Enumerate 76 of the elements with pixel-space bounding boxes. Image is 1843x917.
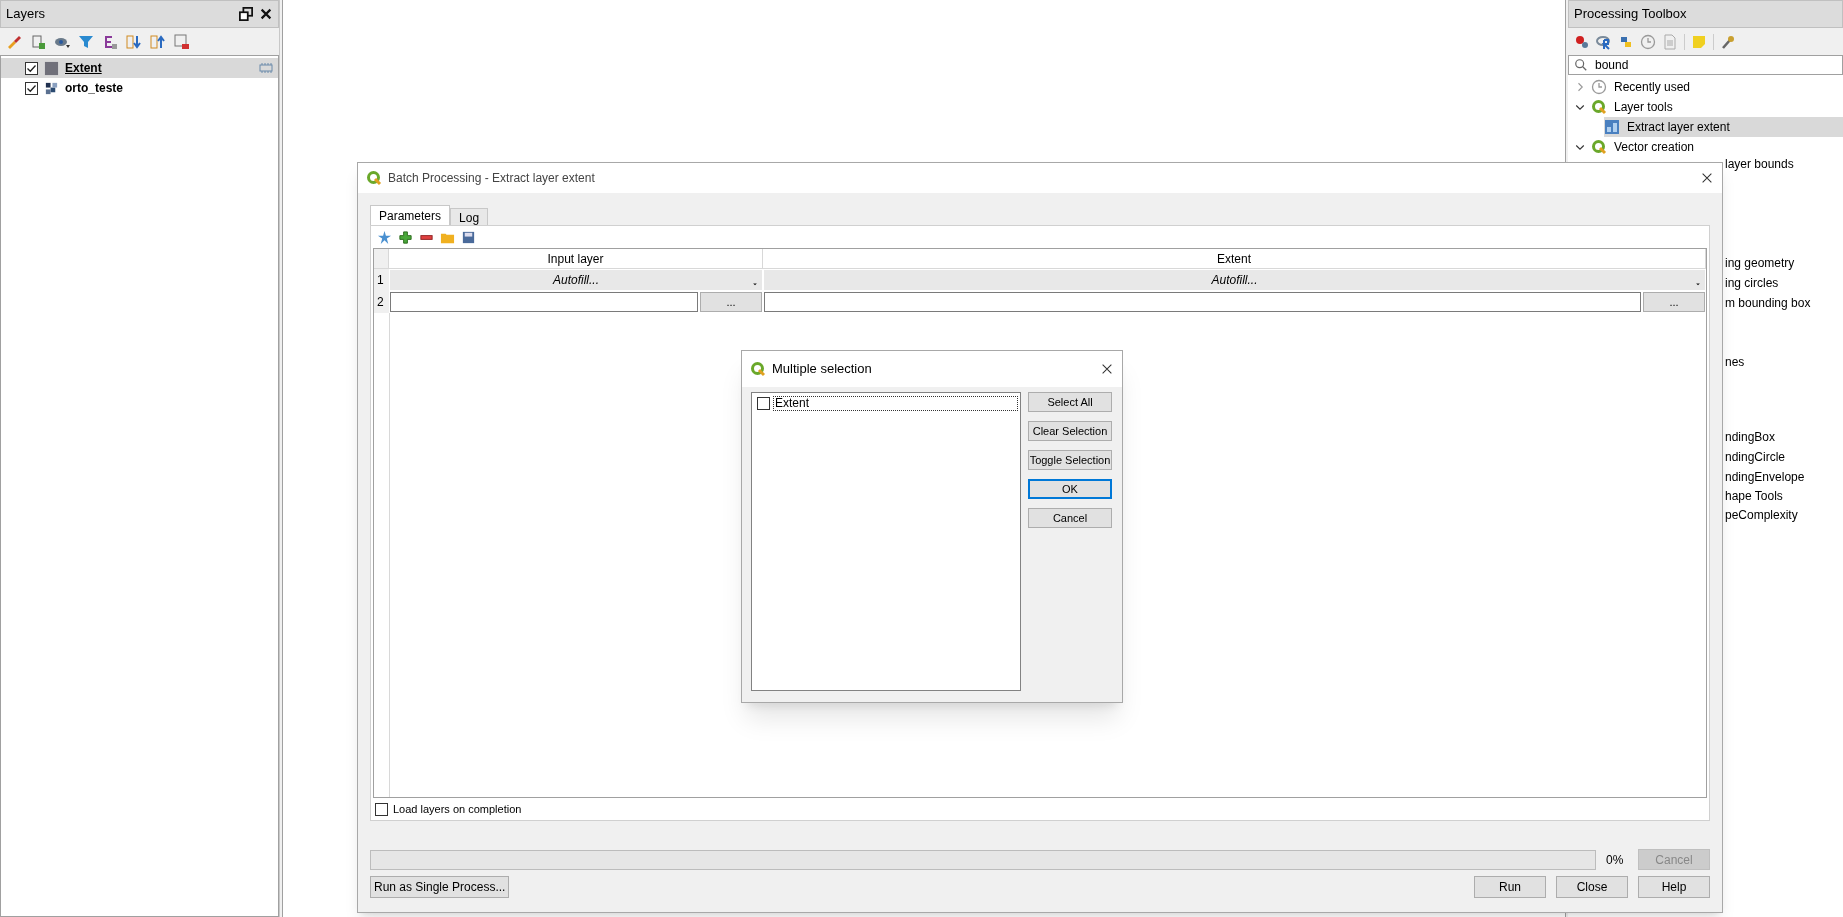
panel-title: Processing Toolbox [1574,5,1687,24]
tab[interactable]: Log [450,208,489,225]
layer-row[interactable]: orto_teste [1,78,278,98]
clock-icon [1591,79,1607,95]
row-number: 2 [374,291,389,313]
raster-icon [44,80,59,96]
dialog-button[interactable]: Close [1556,876,1628,898]
checkbox[interactable] [757,397,770,410]
dialog-button[interactable]: Clear Selection [1028,421,1112,441]
tree-item-label: ndingBox [1725,429,1776,446]
settings-icon[interactable] [377,229,392,245]
panel-title: Layers [6,5,46,24]
tree-item[interactable]: Vector creation [1574,137,1843,157]
dialog-button[interactable]: Help [1638,876,1710,898]
add-group-icon[interactable] [30,33,46,50]
tree-item-label: ing circles [1725,275,1779,292]
search-field[interactable]: bound [1568,55,1843,75]
autofill-dropdown[interactable]: Autofill... [390,270,762,290]
row-number: 1 [374,269,389,291]
browse-button[interactable]: ... [700,292,762,312]
tree-item-label: m bounding box [1725,295,1811,312]
q-logo-icon [750,361,766,377]
save-icon[interactable] [461,229,476,245]
browse-button[interactable]: ... [1643,292,1705,312]
tree-item-label: ing geometry [1725,255,1795,272]
r-script-icon[interactable] [1596,33,1612,50]
tree-item-label: peComplexity [1725,507,1798,524]
tree-item-label: ndingCircle [1725,449,1786,466]
epsilon-icon[interactable] [102,33,118,50]
checkbox[interactable] [375,802,388,816]
checkbox-label: Load layers on completion [393,801,522,817]
autofill-dropdown[interactable]: Autofill... [764,270,1705,290]
q-logo-icon [1591,139,1607,155]
tree-item[interactable]: Recently used [1574,77,1843,97]
dialog-button[interactable]: Cancel [1028,508,1112,528]
dialog-button[interactable]: Run as Single Process... [370,876,510,898]
dialog-title: Batch Processing - Extract layer extent [388,170,596,187]
tree-item-label: ndingEnvelope [1725,469,1805,486]
dialog-button[interactable]: Toggle Selection [1028,450,1112,470]
undock-icon[interactable] [239,7,253,21]
collapse-all-icon[interactable] [150,33,166,50]
chart-icon [1604,119,1620,135]
close-icon[interactable] [259,7,273,21]
checkbox[interactable] [25,81,38,95]
dialog-button[interactable]: OK [1028,479,1112,499]
input-field[interactable] [764,292,1641,312]
layer-name: Extent [65,60,103,77]
input-field[interactable] [390,292,698,312]
tree-item-label: layer bounds [1725,156,1794,173]
dialog-button[interactable]: Run [1474,876,1546,898]
layer-name: orto_teste [65,80,124,97]
list-item[interactable]: Extent [773,396,1018,411]
tree-item-label: hape Tools [1725,488,1783,505]
tree-item[interactable]: Extract layer extent [1604,117,1843,137]
close-icon[interactable] [1100,362,1114,376]
dialog-title: Multiple selection [772,360,873,379]
progress-text: 0% [1606,851,1625,869]
q-logo-icon [1591,99,1607,115]
column-header: Input layer [389,249,763,268]
column-header: Extent [763,249,1706,268]
close-icon[interactable] [1700,171,1714,185]
brush-icon[interactable] [6,33,22,50]
memory-layer-icon [258,60,274,76]
layer-row[interactable]: Extent [1,58,278,78]
polygon-symbol-icon [44,60,59,76]
tab[interactable]: Parameters [370,205,451,225]
checkbox[interactable] [25,61,38,75]
remove-layer-icon[interactable] [174,33,190,50]
filter-icon[interactable] [78,33,94,50]
dialog-button[interactable]: Select All [1028,392,1112,412]
search-icon [1574,58,1588,72]
expand-all-icon[interactable] [126,33,142,50]
q-logo-icon [366,170,382,186]
tree-item-label: nes [1725,354,1745,371]
tree-item[interactable]: Layer tools [1574,97,1843,117]
add-row-icon[interactable] [398,229,413,245]
